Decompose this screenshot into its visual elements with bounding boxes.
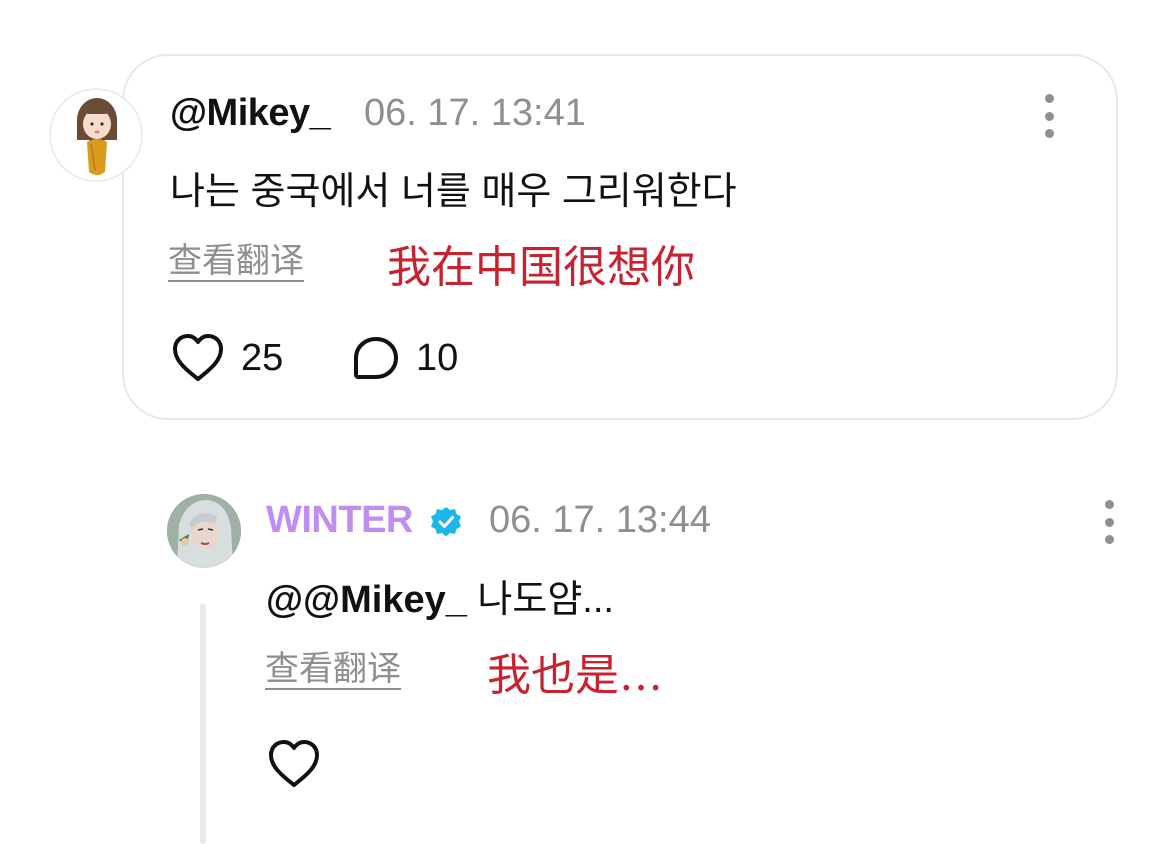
translation-annotation: 我在中国很想你 [387,242,695,293]
avatar[interactable] [49,88,143,182]
reply-timestamp: 06. 17. 13:44 [489,499,711,541]
verified-badge-icon [431,507,461,537]
heart-icon[interactable] [266,738,322,790]
avatar-image [77,98,117,175]
more-options-icon[interactable] [1103,500,1115,544]
thread-line [200,603,206,844]
reply-message: 나도얌... [477,579,614,621]
comment-username[interactable]: @Mikey_ [170,92,331,135]
reply-username[interactable]: WINTER [266,499,413,542]
heart-icon[interactable] [170,332,226,384]
like-count: 25 [241,337,284,379]
comment-timestamp: 06. 17. 13:41 [364,92,586,134]
comment-icon[interactable] [352,335,400,383]
reply-mention[interactable]: @@Mikey_ [266,579,467,621]
reply-count: 10 [416,337,459,379]
avatar-image [167,494,241,568]
translation-annotation: 我也是… [487,650,663,701]
avatar[interactable] [167,494,241,568]
comment-text: 나는 중국에서 너를 매우 그리워한다 [170,171,737,213]
reply-text: @@Mikey_ 나도얌... [266,568,614,623]
see-translation-link[interactable]: 查看翻译 [265,641,401,690]
see-translation-link[interactable]: 查看翻译 [168,233,304,282]
more-options-icon[interactable] [1043,94,1055,138]
